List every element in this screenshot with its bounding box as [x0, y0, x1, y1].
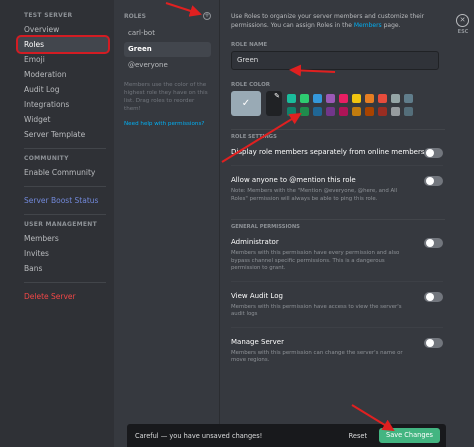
esc-label: ESC	[457, 29, 469, 35]
close-icon[interactable]: ✕	[456, 14, 469, 27]
custom-color-picker[interactable]: ✎	[266, 91, 282, 116]
color-swatch[interactable]	[287, 107, 296, 116]
permission-administrator: Administrator Members with this permissi…	[231, 238, 443, 273]
role-settings-main: Use Roles to organize your server member…	[220, 0, 446, 447]
setting-allow-mention: Allow anyone to @mention this role Note:…	[231, 176, 443, 203]
color-swatch[interactable]	[339, 107, 348, 116]
sidebar-divider	[24, 148, 106, 149]
sidebar-item-widget[interactable]: Widget	[18, 112, 108, 127]
user-management-header: USER MANAGEMENT	[24, 221, 97, 228]
sidebar-item-server-boost-status[interactable]: Server Boost Status	[18, 193, 108, 208]
manage-server-toggle[interactable]	[424, 337, 443, 348]
color-swatch[interactable]	[391, 94, 400, 103]
color-swatch[interactable]	[365, 107, 374, 116]
sidebar-item-bans[interactable]: Bans	[18, 261, 108, 276]
sidebar-item-delete-server[interactable]: Delete Server	[18, 289, 108, 304]
permission-view-audit-log: View Audit Log Members with this permiss…	[231, 291, 443, 319]
administrator-toggle[interactable]	[424, 238, 443, 248]
section-divider	[231, 219, 445, 220]
role-item-green[interactable]: Green	[124, 42, 211, 57]
section-divider	[231, 129, 445, 130]
permission-title: View Audit Log	[231, 291, 283, 300]
sidebar-item-audit-log[interactable]: Audit Log	[18, 82, 108, 97]
setting-title: Allow anyone to @mention this role	[231, 176, 356, 184]
roles-header-label: ROLES	[124, 12, 146, 20]
add-role-icon[interactable]: +	[203, 12, 211, 20]
sidebar-item-enable-community[interactable]: Enable Community	[18, 165, 108, 180]
setting-description: Note: Members with the "Mention @everyon…	[231, 188, 398, 202]
close-settings[interactable]: ✕ ESC	[456, 14, 470, 35]
color-swatch[interactable]	[378, 94, 387, 103]
color-swatch[interactable]	[352, 107, 361, 116]
eyedropper-icon: ✎	[274, 92, 280, 100]
permission-title: Administrator	[231, 238, 279, 246]
sidebar-item-integrations[interactable]: Integrations	[18, 97, 108, 112]
sidebar-item-roles[interactable]: Roles	[18, 37, 108, 52]
sidebar-divider	[24, 282, 106, 283]
setting-divider	[231, 165, 443, 166]
color-swatch[interactable]	[326, 107, 335, 116]
sidebar-item-server-template[interactable]: Server Template	[18, 127, 108, 142]
roles-panel: ROLES + carl-bot Green @everyone Members…	[114, 0, 220, 447]
color-swatch[interactable]	[404, 107, 413, 116]
reset-button[interactable]: Reset	[349, 432, 367, 440]
color-swatch[interactable]	[404, 94, 413, 103]
color-swatch[interactable]	[339, 94, 348, 103]
permission-manage-server: Manage Server Members with this permissi…	[231, 337, 443, 365]
roles-description: Use Roles to organize your server member…	[231, 12, 445, 30]
color-swatch[interactable]	[365, 94, 374, 103]
color-swatch[interactable]	[326, 94, 335, 103]
permission-description: Members with this permission can change …	[231, 349, 403, 364]
sidebar-item-moderation[interactable]: Moderation	[18, 67, 108, 82]
allow-mention-toggle[interactable]	[424, 176, 443, 186]
permissions-help-link[interactable]: Need help with permissions?	[124, 121, 211, 127]
setting-display-separately: Display role members separately from onl…	[231, 148, 443, 158]
save-changes-button[interactable]: Save Changes	[379, 428, 440, 443]
role-settings-header: ROLE SETTINGS	[231, 134, 277, 140]
color-swatch[interactable]	[300, 107, 309, 116]
permission-description: Members with this permission have access…	[231, 303, 402, 318]
color-swatch[interactable]	[378, 107, 387, 116]
setting-divider	[231, 326, 443, 328]
color-picker-row: ✓ ✎	[231, 91, 446, 116]
general-permissions-header: GENERAL PERMISSIONS	[231, 224, 300, 230]
color-swatch-grid	[287, 94, 413, 116]
server-name-header: TEST SERVER	[24, 12, 73, 19]
role-color-label: ROLE COLOR	[231, 82, 271, 88]
community-header: COMMUNITY	[24, 155, 69, 162]
color-swatch[interactable]	[352, 94, 361, 103]
sidebar-item-invites[interactable]: Invites	[18, 246, 108, 261]
permission-title: Manage Server	[231, 337, 284, 346]
role-name-label: ROLE NAME	[231, 42, 268, 48]
default-color-swatch[interactable]: ✓	[231, 91, 261, 116]
sidebar-divider	[24, 186, 106, 187]
sidebar-item-members[interactable]: Members	[18, 231, 108, 246]
view-audit-log-toggle[interactable]	[424, 291, 443, 302]
setting-divider	[231, 280, 443, 282]
members-link[interactable]: Members	[354, 22, 382, 29]
roles-order-note: Members use the color of the highest rol…	[124, 82, 208, 112]
display-separately-toggle[interactable]	[424, 148, 443, 158]
roles-header: ROLES +	[124, 12, 211, 20]
color-swatch[interactable]	[391, 107, 400, 116]
description-text-end: page.	[383, 22, 401, 29]
sidebar-item-emoji[interactable]: Emoji	[18, 52, 108, 67]
role-item-carl-bot[interactable]: carl-bot	[124, 26, 211, 41]
color-swatch[interactable]	[287, 94, 296, 103]
permission-description: Members with this permission have every …	[231, 250, 400, 271]
sidebar-divider	[24, 214, 106, 215]
role-name-input[interactable]: Green	[231, 51, 439, 70]
unsaved-changes-bar: Careful — you have unsaved changes! Rese…	[127, 424, 446, 447]
color-swatch[interactable]	[300, 94, 309, 103]
color-swatch[interactable]	[313, 94, 322, 103]
role-item-everyone[interactable]: @everyone	[124, 58, 211, 73]
settings-sidebar: TEST SERVER Overview Roles Emoji Moderat…	[0, 0, 114, 447]
unsaved-warning-text: Careful — you have unsaved changes!	[135, 431, 263, 440]
color-swatch[interactable]	[313, 107, 322, 116]
sidebar-item-overview[interactable]: Overview	[18, 22, 108, 37]
setting-title: Display role members separately from onl…	[231, 148, 425, 156]
